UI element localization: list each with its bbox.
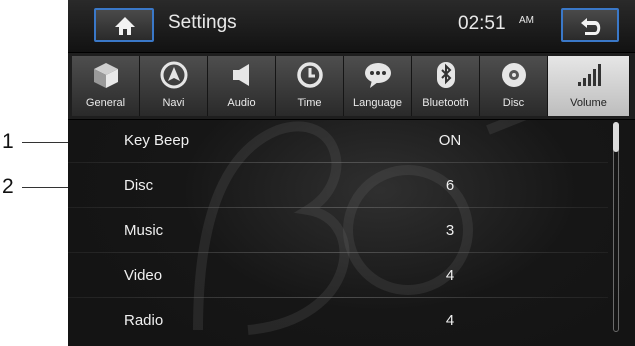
tab-label: Disc xyxy=(502,97,525,109)
setting-row-video[interactable]: Video 4 xyxy=(68,254,608,298)
tab-label: Bluetooth xyxy=(422,97,469,109)
setting-label: Video xyxy=(124,267,163,284)
row-divider xyxy=(68,297,608,298)
setting-row-music[interactable]: Music 3 xyxy=(68,209,608,253)
row-divider xyxy=(68,162,608,163)
setting-value[interactable]: ON xyxy=(400,132,500,149)
clock-ampm: AM xyxy=(519,15,534,26)
speech-bubble-icon xyxy=(344,60,411,90)
home-icon xyxy=(115,17,135,35)
back-button[interactable] xyxy=(561,8,619,42)
callout-number: 2 xyxy=(2,175,14,198)
setting-row-key-beep[interactable]: Key Beep ON xyxy=(68,119,608,163)
bluetooth-icon xyxy=(412,60,479,90)
clock-time: 02:51 xyxy=(458,13,506,34)
callout-number: 1 xyxy=(2,130,14,153)
tab-general[interactable]: General xyxy=(72,56,140,116)
setting-row-disc[interactable]: Disc 6 xyxy=(68,164,608,208)
tab-time[interactable]: Time xyxy=(276,56,344,116)
setting-label: Music xyxy=(124,222,164,239)
scrollbar-thumb[interactable] xyxy=(613,122,619,152)
page-title: Settings xyxy=(168,12,237,33)
scrollbar-track[interactable] xyxy=(613,122,619,332)
tab-label: Language xyxy=(353,97,402,109)
setting-value[interactable]: 3 xyxy=(400,222,500,239)
setting-label: Disc xyxy=(124,177,154,194)
row-divider xyxy=(68,207,608,208)
back-arrow-icon xyxy=(581,18,601,35)
setting-value[interactable]: 4 xyxy=(400,312,500,329)
tab-label: Volume xyxy=(570,97,607,109)
clock-icon xyxy=(276,60,343,90)
tab-disc[interactable]: Disc xyxy=(480,56,548,116)
disc-icon xyxy=(480,60,547,90)
home-button[interactable] xyxy=(94,8,154,42)
setting-value[interactable]: 6 xyxy=(400,177,500,194)
tab-label: Navi xyxy=(162,97,185,109)
tab-language[interactable]: Language xyxy=(344,56,412,116)
tab-label: Time xyxy=(297,97,322,109)
setting-label: Radio xyxy=(124,312,164,329)
row-divider xyxy=(68,252,608,253)
callout-1: 1 xyxy=(0,130,118,154)
compass-icon xyxy=(140,60,207,90)
speaker-icon xyxy=(208,60,275,90)
device-screen: Settings 02:51 AM General Navi Audio Tim… xyxy=(68,0,635,346)
header-bar: Settings 02:51 AM xyxy=(68,0,635,52)
settings-tab-bar: General Navi Audio Time Language Bluetoo… xyxy=(68,52,635,120)
callout-2: 2 xyxy=(0,175,118,199)
setting-value[interactable]: 4 xyxy=(400,267,500,284)
tab-label: General xyxy=(85,97,126,109)
setting-label: Key Beep xyxy=(124,132,190,149)
tab-bluetooth[interactable]: Bluetooth xyxy=(412,56,480,116)
tab-audio[interactable]: Audio xyxy=(208,56,276,116)
tab-navi[interactable]: Navi xyxy=(140,56,208,116)
setting-row-radio[interactable]: Radio 4 xyxy=(68,299,608,343)
tab-label: Audio xyxy=(227,97,256,109)
cube-icon xyxy=(72,60,139,90)
volume-bars-icon xyxy=(548,60,629,90)
tab-volume[interactable]: Volume xyxy=(548,56,630,116)
